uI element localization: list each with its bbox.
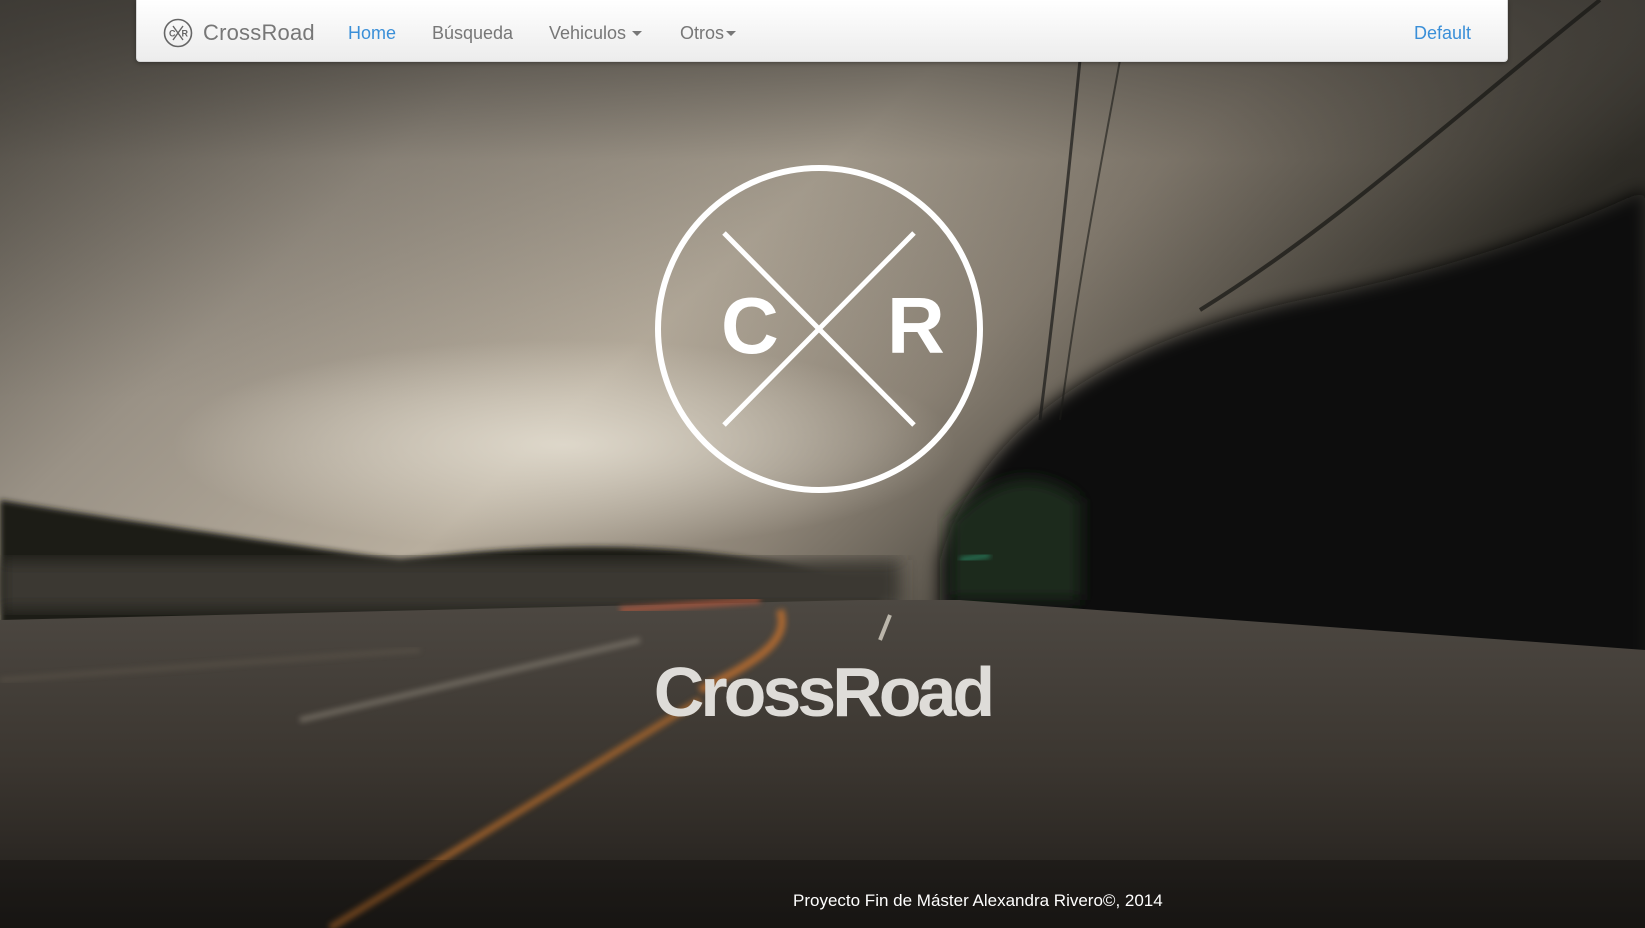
logo-letter-c: C: [721, 281, 779, 370]
crossroad-logo-icon: C R: [163, 18, 193, 48]
nav-otros-label: Otros: [680, 23, 725, 43]
nav-vehiculos-dropdown[interactable]: Vehiculos: [549, 22, 643, 44]
nav-home[interactable]: Home: [348, 22, 396, 44]
top-navbar: C R CrossRoad Home Búsqueda Vehiculos Ot…: [136, 0, 1508, 62]
page: C R CrossRoad Home Búsqueda Vehiculos Ot…: [0, 0, 1645, 928]
logo-letter-r: R: [887, 281, 945, 370]
footer-credit: Proyecto Fin de Máster Alexandra Rivero©…: [793, 891, 1163, 910]
brand-link[interactable]: C R CrossRoad: [163, 18, 315, 48]
hero-title: CrossRoad: [653, 653, 995, 731]
brand-name: CrossRoad: [203, 20, 315, 45]
nav-default[interactable]: Default: [1414, 22, 1471, 44]
svg-text:C: C: [169, 29, 176, 39]
nav-otros-dropdown[interactable]: Otros: [680, 22, 737, 44]
svg-text:R: R: [182, 29, 189, 39]
nav-vehiculos-label: Vehiculos: [549, 23, 627, 43]
caret-down-icon: [726, 30, 737, 36]
nav-busqueda[interactable]: Búsqueda: [432, 22, 513, 44]
caret-down-icon: [632, 30, 643, 36]
hero-crossroad-logo: C R: [655, 165, 983, 493]
